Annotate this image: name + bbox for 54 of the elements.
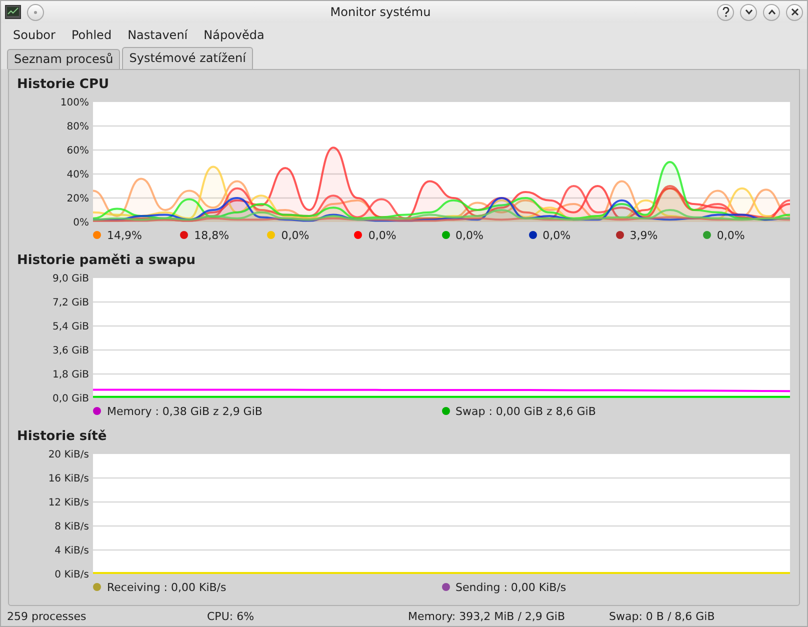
axis-tick-label: 60% — [66, 146, 89, 156]
close-button[interactable] — [786, 4, 803, 20]
axis-tick-label: 0 KiB/s — [54, 570, 89, 580]
dot-icon — [33, 10, 38, 14]
legend-label: 0,0% — [542, 228, 571, 242]
menu-item[interactable]: Pohled — [63, 26, 120, 44]
legend-label: 0,0% — [716, 228, 745, 242]
status-text: Memory: 393,2 MiB / 2,9 GiB — [408, 610, 566, 623]
axis-tick-label: 100% — [60, 98, 89, 108]
tab[interactable]: Seznam procesů — [7, 49, 120, 69]
legend-label: Memory : 0,38 GiB z 2,9 GiB — [107, 404, 262, 418]
help-button[interactable] — [717, 4, 734, 20]
legend-label: 0,0% — [368, 228, 396, 242]
axis-tick-label: 0% — [73, 218, 89, 228]
axis-tick-label: 80% — [66, 122, 89, 132]
axis-tick-label: 12 KiB/s — [48, 498, 89, 508]
legend-label: 0,0% — [281, 228, 310, 242]
menu-item[interactable]: Nastavení — [120, 26, 196, 44]
menu-item[interactable]: Soubor — [5, 26, 64, 44]
legend-label: Sending : 0,00 KiB/s — [456, 580, 566, 594]
section-title: Historie paměti a swapu — [17, 252, 196, 270]
axis-tick-label: 8 KiB/s — [54, 522, 89, 532]
menu-item[interactable]: Nápověda — [196, 26, 272, 44]
legend-label: Swap : 0,00 GiB z 8,6 GiB — [456, 404, 596, 418]
close-icon — [790, 8, 798, 16]
axis-tick-label: 20% — [66, 194, 89, 204]
axis-tick-label: 4 KiB/s — [54, 546, 89, 556]
chevron-down-icon — [744, 9, 752, 15]
status-text: 259 processes — [7, 610, 88, 623]
axis-tick-label: 16 KiB/s — [48, 474, 89, 484]
legend-label: 3,9% — [630, 228, 658, 242]
axis-tick-label: 7,2 GiB — [52, 298, 89, 308]
axis-tick-label: 40% — [66, 170, 89, 180]
app-icon[interactable] — [5, 5, 21, 19]
legend-label: 0,0% — [456, 228, 484, 242]
legend-label: Receiving : 0,00 KiB/s — [107, 580, 226, 594]
legend-label: 14,9% — [107, 228, 142, 242]
status-text: CPU: 6% — [207, 610, 256, 623]
tab[interactable]: Systémové zatížení — [122, 47, 253, 69]
axis-tick-label: 5,4 GiB — [52, 322, 89, 332]
axis-tick-label: 1,8 GiB — [52, 370, 89, 380]
help-icon — [722, 7, 730, 17]
maximize-button[interactable] — [763, 4, 780, 20]
legend-label: 18,8% — [194, 228, 230, 242]
minimize-button[interactable] — [740, 4, 757, 20]
axis-tick-label: 3,6 GiB — [52, 346, 89, 356]
section-title: Historie CPU — [17, 76, 110, 94]
axis-tick-label: 20 KiB/s — [48, 450, 89, 460]
status-text: Swap: 0 B / 8,6 GiB — [609, 610, 716, 623]
chevron-up-icon — [768, 9, 776, 15]
axis-tick-label: 9,0 GiB — [52, 274, 89, 284]
section-title: Historie sítě — [17, 428, 107, 446]
axis-tick-label: 0,0 GiB — [52, 394, 89, 404]
window-title: Monitor systému — [329, 5, 432, 19]
